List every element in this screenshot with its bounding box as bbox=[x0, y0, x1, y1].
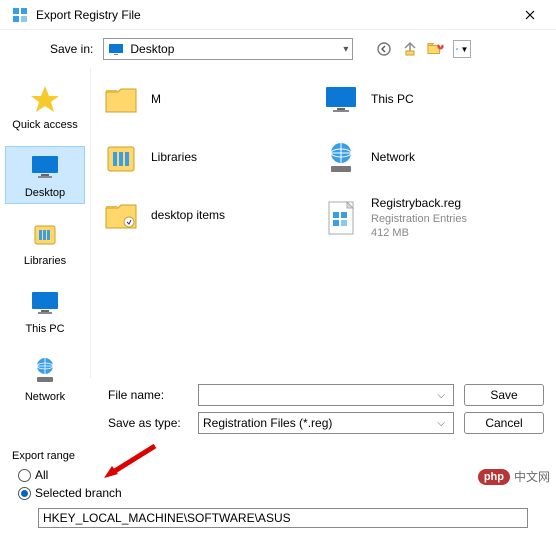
regedit-icon bbox=[12, 7, 28, 23]
chevron-down-icon[interactable]: ⌵ bbox=[433, 390, 449, 401]
list-item[interactable]: M bbox=[99, 78, 299, 122]
star-icon bbox=[29, 83, 61, 115]
cancel-button[interactable]: Cancel bbox=[464, 412, 544, 434]
place-this-pc[interactable]: This PC bbox=[5, 282, 85, 340]
place-network[interactable]: Network bbox=[5, 350, 85, 408]
network-icon bbox=[321, 138, 361, 178]
list-item[interactable]: Libraries bbox=[99, 136, 299, 180]
monitor-icon bbox=[29, 151, 61, 183]
file-name-textbox[interactable] bbox=[203, 386, 433, 404]
window-title: Export Registry File bbox=[36, 8, 508, 22]
place-desktop[interactable]: Desktop bbox=[5, 146, 85, 204]
pc-icon bbox=[321, 80, 361, 120]
save-in-value: Desktop bbox=[130, 42, 343, 56]
chevron-down-icon: ⌵ bbox=[433, 418, 449, 429]
new-folder-icon[interactable]: ✦ bbox=[427, 40, 445, 58]
close-button[interactable] bbox=[508, 0, 552, 30]
place-quick-access[interactable]: Quick access bbox=[5, 78, 85, 136]
save-as-type-label: Save as type: bbox=[108, 416, 188, 430]
file-list[interactable]: M Libraries desktop items This PC Networ… bbox=[90, 68, 556, 378]
network-icon bbox=[29, 355, 61, 387]
save-in-dropdown[interactable]: Desktop ▾ bbox=[103, 38, 353, 60]
list-item[interactable]: This PC bbox=[319, 78, 519, 122]
desktop-icon bbox=[108, 41, 124, 57]
regfile-icon bbox=[321, 198, 361, 238]
pc-icon bbox=[29, 287, 61, 319]
folder-icon bbox=[101, 80, 141, 120]
libraries-icon bbox=[29, 219, 61, 251]
place-libraries[interactable]: Libraries bbox=[5, 214, 85, 272]
radio-icon bbox=[18, 469, 31, 482]
save-button[interactable]: Save bbox=[464, 384, 544, 406]
save-as-type-dropdown[interactable]: Registration Files (*.reg) ⌵ bbox=[198, 412, 454, 434]
chevron-down-icon: ▾ bbox=[343, 44, 348, 55]
file-name-label: File name: bbox=[108, 388, 188, 402]
file-name-input[interactable]: ⌵ bbox=[198, 384, 454, 406]
up-icon[interactable] bbox=[401, 40, 419, 58]
svg-text:✦: ✦ bbox=[436, 41, 445, 51]
list-item[interactable]: desktop items bbox=[99, 194, 299, 238]
export-range-label: Export range bbox=[12, 450, 544, 462]
watermark: php 中文网 bbox=[478, 468, 550, 485]
folder-icon bbox=[101, 196, 141, 236]
back-icon[interactable] bbox=[375, 40, 393, 58]
export-range-group: Export range All Selected branch bbox=[0, 446, 556, 536]
branch-path-input[interactable] bbox=[38, 508, 528, 528]
radio-icon bbox=[18, 487, 31, 500]
list-item[interactable]: Registryback.reg Registration Entries 41… bbox=[319, 194, 519, 242]
view-menu-button[interactable]: ▼ bbox=[453, 40, 471, 58]
places-bar: Quick access Desktop Libraries This PC N… bbox=[0, 68, 90, 378]
radio-selected-branch[interactable]: Selected branch bbox=[18, 486, 544, 500]
save-in-label: Save in: bbox=[50, 42, 93, 56]
radio-all[interactable]: All bbox=[18, 468, 544, 482]
libraries-icon bbox=[101, 138, 141, 178]
list-item[interactable]: Network bbox=[319, 136, 519, 180]
